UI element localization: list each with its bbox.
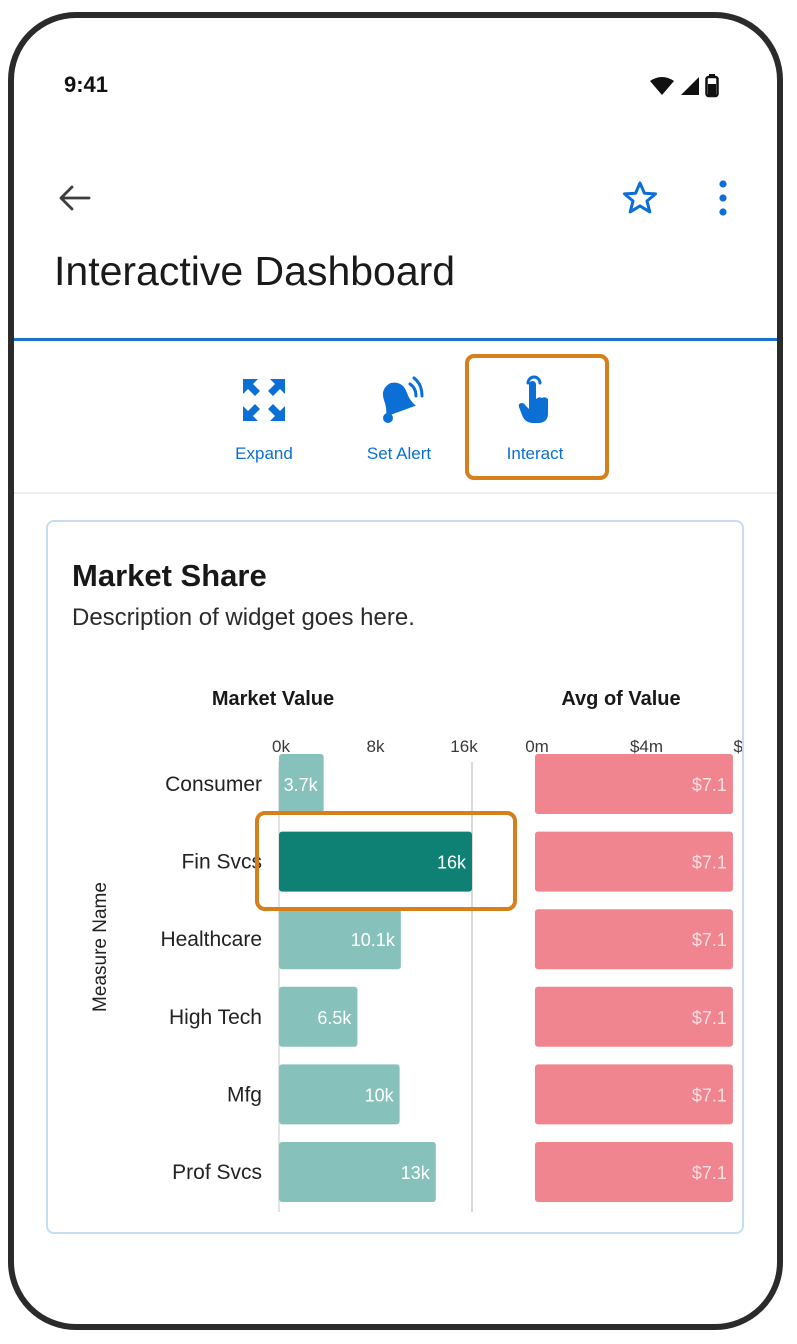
panel-2-tick-label: $4m xyxy=(630,737,663,756)
category-label-consumer: Consumer xyxy=(165,773,262,796)
panel-2-tick-label: 0m xyxy=(525,737,549,756)
favorite-button[interactable] xyxy=(618,176,662,220)
more-options-button[interactable] xyxy=(710,176,736,220)
y-axis-label: Measure Name xyxy=(90,882,111,1012)
set-alert-button[interactable]: Set Alert xyxy=(329,368,469,478)
panel-2-data-label: $7.1 xyxy=(692,1163,727,1183)
wifi-icon xyxy=(650,77,674,95)
selected-row-highlight-box xyxy=(255,811,517,911)
status-time: 9:41 xyxy=(64,72,109,97)
expand-icon xyxy=(243,379,285,421)
signal-icon xyxy=(681,77,699,95)
status-icons xyxy=(649,72,719,100)
header-divider xyxy=(14,338,777,341)
bell-alert-icon xyxy=(382,376,424,423)
panel-1-tick-label: 16k xyxy=(450,737,478,756)
battery-icon xyxy=(705,74,719,98)
panel-2-data-label: $7.1 xyxy=(692,853,727,873)
panel-2-tick-label: $8m xyxy=(733,737,742,756)
back-button[interactable] xyxy=(54,178,94,218)
panel-title-1: Market Value xyxy=(212,688,334,710)
panel-1-data-label: 13k xyxy=(401,1163,431,1183)
star-icon xyxy=(622,181,658,214)
panel-1-data-label: 3.7k xyxy=(284,775,319,795)
category-label-prof-svcs: Prof Svcs xyxy=(172,1161,262,1184)
panel-1-data-label: 6.5k xyxy=(317,1008,352,1028)
panel-2-data-label: $7.1 xyxy=(692,930,727,950)
panel-2-data-label: $7.1 xyxy=(692,1008,727,1028)
arrow-left-icon xyxy=(59,185,91,211)
expand-button[interactable]: Expand xyxy=(194,368,334,478)
category-label-fin-svcs: Fin Svcs xyxy=(181,851,262,874)
panel-2-data-label: $7.1 xyxy=(692,1085,727,1105)
panel-1-tick-label: 8k xyxy=(367,737,385,756)
market-share-widget: Market Share Description of widget goes … xyxy=(46,520,744,1234)
expand-label: Expand xyxy=(235,444,293,463)
panel-2-data-label: $7.1 xyxy=(692,775,727,795)
panel-title-2: Avg of Value xyxy=(561,688,680,710)
phone-frame: 9:41 Interactive Dashboard Expand Set Al… xyxy=(8,12,783,1330)
page-title: Interactive Dashboard xyxy=(54,248,456,294)
panel-1-data-label: 10k xyxy=(365,1085,395,1105)
panel-1-data-label: 10.1k xyxy=(351,930,396,950)
category-label-high-tech: High Tech xyxy=(169,1006,262,1029)
interact-highlight-box xyxy=(465,354,609,480)
more-vertical-icon xyxy=(719,180,727,216)
category-label-mfg: Mfg xyxy=(227,1083,262,1106)
panel-1-tick-label: 0k xyxy=(272,737,290,756)
actions-divider xyxy=(14,492,777,494)
set-alert-label: Set Alert xyxy=(366,444,432,463)
category-label-healthcare: Healthcare xyxy=(160,928,262,951)
